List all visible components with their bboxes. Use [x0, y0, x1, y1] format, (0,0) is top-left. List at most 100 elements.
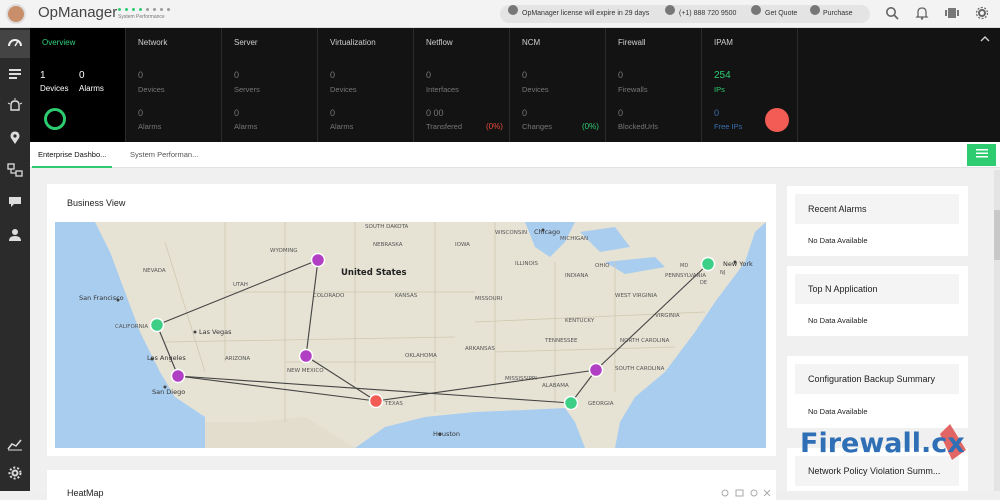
settings-gear-icon[interactable]	[0, 462, 30, 490]
map-state-label: WYOMING	[270, 248, 298, 254]
overview-tile[interactable]: Overview 1 Devices 0 Alarms	[30, 28, 126, 142]
quote-icon	[751, 5, 761, 15]
purchase-link[interactable]: Purchase	[823, 5, 853, 23]
map-node-new-mexico[interactable]	[298, 348, 314, 364]
ipam-tile[interactable]: IPAM 254 IPs 0 Free IPs	[702, 28, 798, 142]
user-icon[interactable]	[0, 224, 30, 252]
top-n-application-widget: Top N Application No Data Available	[787, 266, 968, 336]
dashboard-icon[interactable]	[0, 30, 30, 58]
ncm-tile[interactable]: NCM 0 Devices 0 Changes (0%)	[510, 28, 606, 142]
tab-system-performance[interactable]: System Performan...	[124, 142, 204, 168]
map-state-label: ARIZONA	[225, 356, 250, 362]
map-state-label: WISCONSIN	[495, 230, 527, 236]
hamburger-menu-icon[interactable]	[967, 144, 996, 166]
network-alarms-value: 0	[138, 108, 144, 118]
ncm-percent: (0%)	[582, 122, 599, 131]
map-state-label: ARKANSAS	[465, 346, 495, 352]
device-icon[interactable]	[944, 6, 960, 22]
virtualization-devices-value: 0	[330, 70, 336, 80]
alarms-icon[interactable]	[0, 94, 30, 122]
config-backup-widget: Configuration Backup Summary No Data Ava…	[787, 356, 968, 428]
firewall-tile[interactable]: Firewall 0 Firewalls 0 BlockedUrls	[606, 28, 702, 142]
map-city-label: San Francisco	[79, 294, 124, 302]
firewall-cx-watermark: Firewall.cx	[800, 420, 970, 470]
ncm-devices-value: 0	[522, 70, 528, 80]
ncm-devices-label: Devices	[522, 85, 549, 94]
get-quote-link[interactable]: Get Quote	[765, 5, 797, 23]
map-node-colorado[interactable]	[310, 252, 326, 268]
map-node-georgia[interactable]	[563, 395, 579, 411]
chat-icon[interactable]	[0, 191, 30, 219]
overview-alarms-label: Alarms	[79, 84, 104, 93]
map-state-label: MICHIGAN	[560, 236, 588, 242]
netflow-tile[interactable]: Netflow 0 Interfaces 0 00 Transfered (0%…	[414, 28, 510, 142]
summary-stats-panel: Overview 1 Devices 0 Alarms Network 0 De…	[30, 28, 1000, 142]
firewall-count-value: 0	[618, 70, 624, 80]
ipam-label: IPAM	[714, 38, 733, 47]
map-city-label: Los Angeles	[147, 354, 186, 362]
map-state-label: OHIO	[595, 263, 610, 269]
map-state-label: GEORGIA	[588, 401, 614, 407]
map-state-label: KENTUCKY	[565, 318, 595, 324]
map-state-label: ALABAMA	[542, 383, 569, 389]
business-view-widget: Business View United States NEVADA UTAH …	[47, 184, 776, 456]
map-node-san-diego[interactable]	[170, 368, 186, 384]
map-node-alabama[interactable]	[588, 362, 604, 378]
overview-alarms-value: 0	[79, 70, 85, 81]
app-subtitle: System Performance	[118, 14, 165, 20]
top-n-application-title: Top N Application	[795, 274, 959, 304]
sidebar	[0, 28, 30, 491]
search-icon[interactable]	[884, 6, 900, 22]
map-pin-icon[interactable]	[0, 127, 30, 155]
map-city-label: Chicago	[534, 228, 560, 236]
network-tile[interactable]: Network 0 Devices 0 Alarms	[126, 28, 222, 142]
map-state-label: TEXAS	[384, 401, 403, 407]
server-label: Server	[234, 38, 258, 47]
bell-icon[interactable]	[914, 6, 930, 22]
netflow-interfaces-label: Interfaces	[426, 85, 459, 94]
business-view-map[interactable]: United States NEVADA UTAH COLORADO KANSA…	[55, 222, 766, 448]
ipam-status-indicator	[765, 108, 789, 132]
map-state-label: NEW MEXICO	[287, 368, 324, 374]
cart-icon	[810, 5, 820, 15]
widget-toolbar-icons[interactable]	[719, 488, 774, 498]
map-label-country: United States	[341, 268, 407, 278]
dashboard-tabs: Enterprise Dashbo... System Performan...	[30, 142, 1000, 168]
reports-icon[interactable]	[0, 433, 30, 461]
virtualization-tile[interactable]: Virtualization 0 Devices 0 Alarms	[318, 28, 414, 142]
ipam-free-label: Free IPs	[714, 122, 743, 131]
map-node-texas[interactable]	[368, 393, 384, 409]
map-state-label: MISSOURI	[475, 296, 503, 302]
ncm-label: NCM	[522, 38, 541, 47]
network-label: Network	[138, 38, 168, 47]
ipam-ips-label: IPs	[714, 85, 725, 94]
collapse-up-icon[interactable]	[980, 34, 990, 44]
map-state-label: DE	[700, 280, 707, 286]
settings-icon[interactable]	[974, 6, 990, 22]
business-view-title: Business View	[67, 198, 126, 208]
map-state-label: NORTH CAROLINA	[620, 338, 670, 344]
map-node-california[interactable]	[149, 317, 165, 333]
ncm-changes-value: 0	[522, 108, 528, 118]
map-node-new-york[interactable]	[700, 256, 716, 272]
top-bar: OpManager System Performance OpManager l…	[0, 0, 1000, 28]
license-notice[interactable]: OpManager license will expire in 29 days	[522, 5, 649, 23]
ipam-ips-value: 254	[714, 70, 731, 81]
svg-text:Firewall.cx: Firewall.cx	[800, 428, 965, 459]
server-servers-value: 0	[234, 70, 240, 80]
tab-enterprise-dashboard[interactable]: Enterprise Dashbo...	[32, 142, 113, 168]
server-tile[interactable]: Server 0 Servers 0 Alarms	[222, 28, 318, 142]
app-name: OpManager	[38, 4, 118, 21]
map-state-label: NEVADA	[143, 268, 166, 274]
license-pill: OpManager license will expire in 29 days…	[500, 5, 870, 23]
inventory-icon[interactable]	[0, 62, 30, 90]
map-state-label: VIRGINIA	[655, 313, 680, 319]
map-state-label: COLORADO	[313, 293, 345, 299]
scrollbar-thumb[interactable]	[994, 210, 1000, 260]
network-devices-label: Devices	[138, 85, 165, 94]
network-devices-value: 0	[138, 70, 144, 80]
virtualization-alarms-label: Alarms	[330, 122, 354, 131]
map-state-label: SOUTH CAROLINA	[615, 366, 665, 372]
workflow-icon[interactable]	[0, 159, 30, 187]
user-avatar[interactable]	[6, 4, 26, 24]
